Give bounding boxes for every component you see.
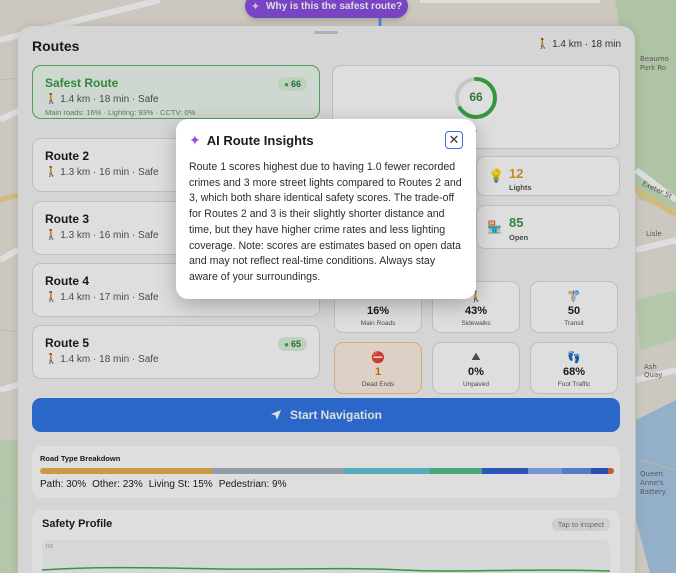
ai-route-insights-dialog: ✦ AI Route Insights ✕ Route 1 scores hig… bbox=[176, 119, 476, 299]
close-icon: ✕ bbox=[448, 132, 460, 147]
dialog-body: Route 1 scores highest due to having 1.0… bbox=[189, 161, 462, 283]
sparkle-icon: ✦ bbox=[189, 132, 201, 148]
dialog-title: ✦ AI Route Insights bbox=[189, 132, 314, 149]
dialog-title-text: AI Route Insights bbox=[206, 133, 314, 148]
close-button[interactable]: ✕ bbox=[445, 131, 463, 149]
